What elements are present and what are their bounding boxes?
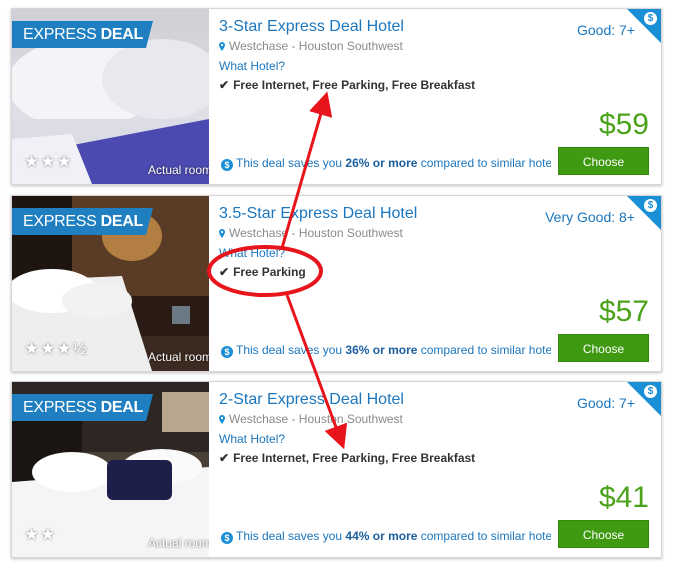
hotel-title[interactable]: 3.5-Star Express Deal Hotel — [219, 205, 417, 223]
express-deal-badge: EXPRESS DEAL — [12, 208, 153, 235]
price: $59 — [598, 108, 649, 141]
star-rating: ★★★½ — [24, 339, 88, 358]
what-hotel-link[interactable]: What Hotel? — [219, 246, 285, 260]
check-icon: ✔ — [219, 451, 230, 465]
dollar-icon: $ — [644, 199, 657, 212]
hotel-location: Westchase - Houston Southwest — [219, 412, 403, 426]
amenities: ✔ Free Internet, Free Parking, Free Break… — [219, 78, 476, 92]
hotel-card[interactable]: EXPRESS DEAL ★★★ Actual room 3-Star Expr… — [11, 8, 662, 185]
actual-room-label: Actual room — [148, 350, 209, 364]
map-pin-icon — [219, 229, 225, 238]
savings-text: $ This deal saves you 44% or more compare… — [221, 529, 551, 544]
guest-rating: Very Good: 8+ — [545, 209, 635, 225]
dollar-icon: $ — [644, 12, 657, 25]
what-hotel-link[interactable]: What Hotel? — [219, 432, 285, 446]
hotel-photo[interactable]: EXPRESS DEAL ★★★ Actual room — [12, 9, 209, 184]
choose-button[interactable]: Choose — [558, 520, 649, 548]
choose-button[interactable]: Choose — [558, 334, 649, 362]
amenities: ✔ Free Internet, Free Parking, Free Break… — [219, 451, 476, 465]
price: $41 — [598, 481, 649, 514]
amenities: ✔ Free Parking — [219, 265, 306, 279]
check-icon: ✔ — [219, 78, 230, 92]
hotel-card[interactable]: EXPRESS DEAL ★★ Actual room 2-Star Expre… — [11, 381, 662, 558]
star-rating: ★★ — [24, 525, 57, 544]
express-deal-badge: EXPRESS DEAL — [12, 21, 153, 48]
actual-room-label: Actual room — [148, 163, 209, 177]
check-icon: ✔ — [219, 265, 230, 279]
dollar-coin-icon: $ — [221, 532, 233, 544]
dollar-coin-icon: $ — [221, 346, 233, 358]
dollar-icon: $ — [644, 385, 657, 398]
map-pin-icon — [219, 415, 225, 424]
actual-room-label: Actual room — [148, 536, 209, 550]
price: $57 — [598, 295, 649, 328]
hotel-photo[interactable]: EXPRESS DEAL ★★★½ Actual room — [12, 196, 209, 371]
map-pin-icon — [219, 42, 225, 51]
savings-text: $ This deal saves you 26% or more compare… — [221, 156, 551, 171]
hotel-title[interactable]: 2-Star Express Deal Hotel — [219, 391, 404, 409]
star-rating: ★★★ — [24, 152, 73, 171]
hotel-card[interactable]: EXPRESS DEAL ★★★½ Actual room 3.5-Star E… — [11, 195, 662, 372]
hotel-location: Westchase - Houston Southwest — [219, 39, 403, 53]
express-deal-badge: EXPRESS DEAL — [12, 394, 153, 421]
choose-button[interactable]: Choose — [558, 147, 649, 175]
dollar-coin-icon: $ — [221, 159, 233, 171]
savings-text: $ This deal saves you 36% or more compare… — [221, 343, 551, 358]
hotel-photo[interactable]: EXPRESS DEAL ★★ Actual room — [12, 382, 209, 557]
what-hotel-link[interactable]: What Hotel? — [219, 59, 285, 73]
hotel-title[interactable]: 3-Star Express Deal Hotel — [219, 18, 404, 36]
hotel-location: Westchase - Houston Southwest — [219, 226, 403, 240]
